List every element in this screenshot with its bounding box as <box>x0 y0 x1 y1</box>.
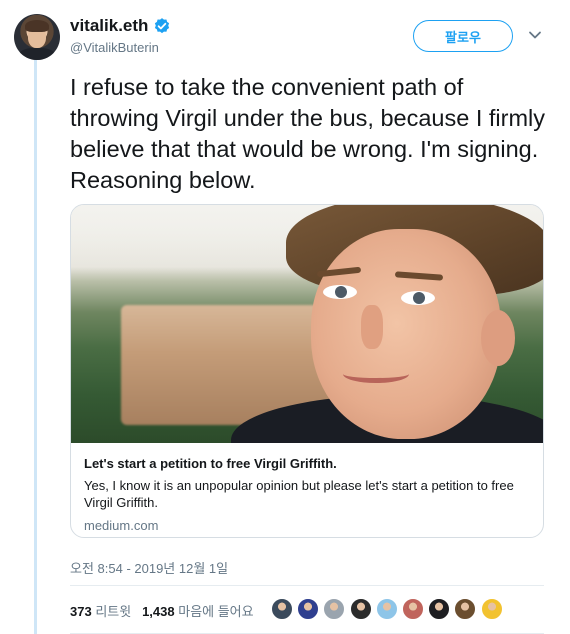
retweets-label: 리트윗 <box>95 604 132 619</box>
liker-avatar-9[interactable] <box>480 598 503 620</box>
card-body[interactable]: Let's start a petition to free Virgil Gr… <box>71 443 543 533</box>
verified-badge-icon <box>154 18 170 34</box>
user-handle[interactable]: @VitalikButerin <box>70 40 159 55</box>
retweets-count: 373 <box>70 604 92 619</box>
liker-avatar-8[interactable] <box>454 598 477 620</box>
liker-avatar-1[interactable] <box>271 598 293 620</box>
tweet-timestamp[interactable]: 오전 8:54 - 2019년 12월 1일 <box>70 558 228 577</box>
liker-avatars <box>271 598 507 622</box>
avatar-hair <box>25 20 49 32</box>
thread-line <box>34 60 37 634</box>
card-domain: medium.com <box>84 518 159 533</box>
likes-count: 1,438 <box>142 604 175 619</box>
avatar[interactable] <box>14 14 60 60</box>
card-image[interactable] <box>71 205 543 443</box>
card-title[interactable]: Let's start a petition to free Virgil Gr… <box>84 455 529 472</box>
liker-avatar-3[interactable] <box>323 598 346 620</box>
liker-avatar-5[interactable] <box>375 598 398 620</box>
retweets-link[interactable]: 373 리트윗 <box>70 604 131 619</box>
liker-avatar-2[interactable] <box>297 598 320 620</box>
card-description: Yes, I know it is an unpopular opinion b… <box>84 478 514 510</box>
tweet-text: I refuse to take the convenient path of … <box>70 74 546 193</box>
avatar-body <box>18 48 56 60</box>
liker-avatar-7[interactable] <box>428 598 451 620</box>
liker-avatar-4[interactable] <box>349 598 372 620</box>
likes-link[interactable]: 1,438 마음에 들어요 <box>142 604 254 619</box>
liker-avatar-6[interactable] <box>401 598 424 620</box>
follow-button[interactable]: 팔로우 <box>413 20 513 52</box>
chevron-down-icon[interactable] <box>528 30 542 40</box>
likes-label: 마음에 들어요 <box>178 604 254 619</box>
link-card[interactable]: Let's start a petition to free Virgil Gr… <box>70 204 544 538</box>
user-name[interactable]: vitalik.eth <box>70 16 148 36</box>
engagement-stats: 373 리트윗 1,438 마음에 들어요 <box>70 601 254 620</box>
divider <box>70 585 544 586</box>
